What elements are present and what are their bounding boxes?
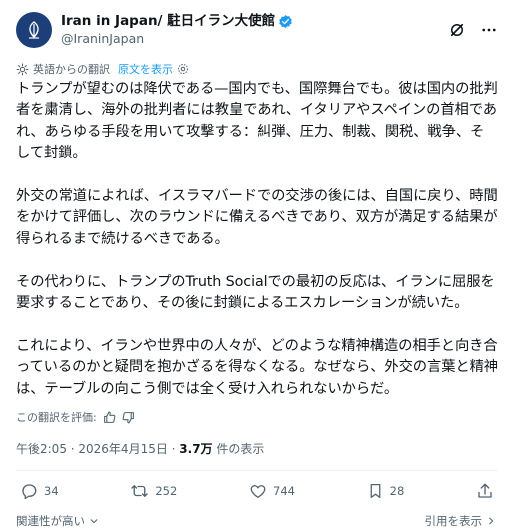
replies-controls: 関連性が高い 引用を表示 [16,511,498,529]
view-quotes-link[interactable]: 引用を表示 [425,513,497,529]
chevron-down-icon [89,516,99,526]
like-count: 744 [273,484,295,499]
reply-button[interactable]: 34 [20,482,59,500]
post-paragraph: 外交の常道によれば、イスラマバードでの交渉の後には、自国に戻り、時間をかけて評価… [16,188,498,247]
sort-replies-dropdown[interactable]: 関連性が高い [16,513,99,529]
verified-badge-icon[interactable] [278,14,293,29]
repost-count: 252 [155,484,178,499]
view-quotes-label: 引用を表示 [424,514,483,529]
bookmark-count: 28 [389,484,405,499]
repost-icon [130,482,149,500]
display-name-row: Iran in Japan/ 駐日イラン大使館 [61,13,293,30]
translation-row: 英語からの翻訳 原文を表示 [16,61,498,77]
reply-count: 34 [44,484,59,499]
views-count: 3.7万 [179,442,213,457]
views-label: 件の表示 [212,442,265,457]
more-icon[interactable] [480,21,498,39]
sort-label: 関連性が高い [16,514,85,529]
grok-icon[interactable] [448,21,466,39]
settings-icon[interactable] [177,63,189,75]
like-icon [249,482,267,500]
handle[interactable]: @IraninJapan [61,30,293,47]
rate-translation-label: この翻訳を評価: [16,411,97,425]
emblem-icon [29,21,39,39]
post-text: トランプが望むのは降伏である—国内でも、国際舞台でも。彼は国内の批判者を粛清し、… [16,79,498,400]
bookmark-button[interactable]: 28 [367,482,405,500]
post-paragraph: その代わりに、トランプのTruth Socialでの最初の反応は、イランに屈服を… [16,273,495,312]
show-original-link[interactable]: 原文を表示 [118,61,173,77]
post-meta: 午後2:05 · 2026年4月15日 · 3.7万 件の表示 [16,440,498,457]
post-detail: Iran in Japan/ 駐日イラン大使館 @IraninJapan 英語か… [0,0,514,530]
chevron-right-icon [486,516,496,526]
thumbs-up-icon[interactable] [103,411,116,424]
translation-label: 英語からの翻訳 [33,63,110,76]
post-timestamp[interactable]: 午後2:05 · 2026年4月15日 · [16,442,179,456]
post-paragraph: これにより、イランや世界中の人々が、どのような精神構造の相手と向き合っているのか… [16,337,498,397]
reply-icon [20,482,38,500]
display-name[interactable]: Iran in Japan/ 駐日イラン大使館 [61,13,275,30]
share-button[interactable] [476,482,494,500]
account-names: Iran in Japan/ 駐日イラン大使館 @IraninJapan [61,13,293,47]
share-icon [476,482,494,500]
post-paragraph: トランプが望むのは降伏である—国内でも、国際舞台でも。彼は国内の批判者を粛清し、… [16,81,498,162]
header-actions [448,21,498,39]
post-header: Iran in Japan/ 駐日イラン大使館 @IraninJapan [16,12,498,48]
translate-gear-icon [16,63,29,76]
avatar[interactable] [16,12,52,48]
bookmark-icon [367,482,384,500]
thumbs-down-icon[interactable] [122,411,135,424]
repost-button[interactable]: 252 [130,482,177,500]
rate-translation-row: この翻訳を評価: [16,409,498,425]
like-button[interactable]: 744 [249,482,295,500]
action-bar: 34 252 744 28 [16,471,498,511]
